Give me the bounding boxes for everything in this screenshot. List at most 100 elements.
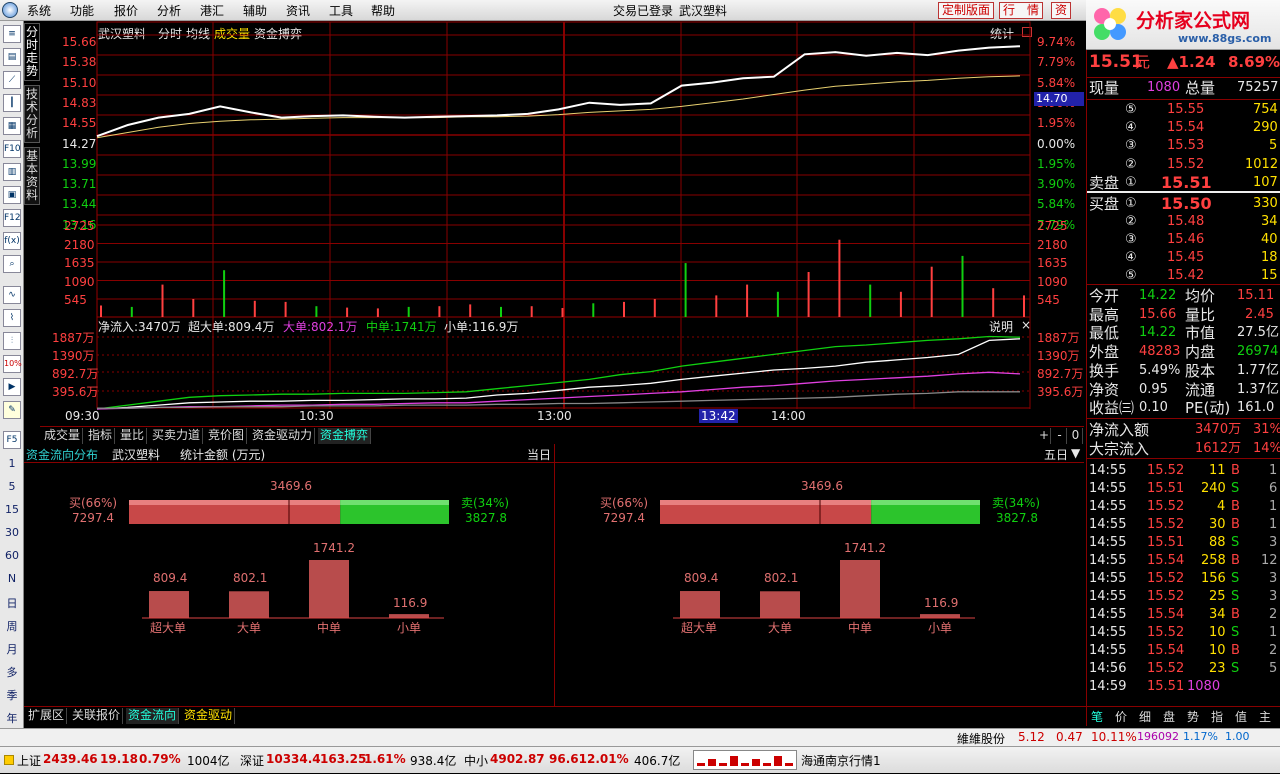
tab-intraday[interactable]: 分时走势 (24, 23, 40, 81)
line-chart-icon[interactable]: ⟋ (3, 71, 21, 89)
stat-row: 换手 5.49% 股本 1.77亿 (1087, 362, 1280, 380)
trend-icon[interactable]: ⌇ (3, 309, 21, 327)
menu-system[interactable]: 系统 (27, 2, 51, 19)
tab-technical[interactable]: 技术分析 (24, 85, 40, 143)
tab-volume[interactable]: 成交量 (42, 428, 84, 444)
f10-icon[interactable]: F10 (3, 140, 21, 158)
report-icon[interactable]: ▤ (3, 48, 21, 66)
reset-button[interactable]: 0 (1069, 428, 1083, 444)
bid-row[interactable]: ⑤ 15.42 15 (1087, 267, 1280, 285)
tab-ext-area[interactable]: 扩展区 (26, 708, 68, 724)
period-month[interactable]: 月 (0, 641, 24, 657)
tab-related-quote[interactable]: 关联报价 (70, 708, 124, 724)
menu-hk[interactable]: 港汇 (200, 2, 224, 19)
tab-capital-drive-ext[interactable]: 资金驱动 (182, 708, 236, 724)
period-1min[interactable]: 1 (0, 457, 24, 470)
sh-label[interactable]: 上证 (17, 752, 41, 769)
zoom-in-button[interactable]: + (1037, 428, 1051, 444)
document-icon[interactable]: ▥ (3, 163, 21, 181)
pen-icon[interactable]: ✎ (3, 401, 21, 419)
zx-label[interactable]: 中小 (464, 752, 488, 769)
tab-indicator[interactable]: 指标 (86, 428, 116, 444)
bid-volume: 40 (1261, 232, 1278, 247)
bid-row[interactable]: ④ 15.45 18 (1087, 249, 1280, 267)
f12-icon[interactable]: F12 (3, 209, 21, 227)
tab-fundamental[interactable]: 基本资料 (24, 147, 40, 205)
menu-quote[interactable]: 报价 (114, 2, 138, 19)
period-year[interactable]: 年 (0, 710, 24, 726)
explain-button[interactable]: 说明 (989, 318, 1013, 335)
menu-assist[interactable]: 辅助 (243, 2, 267, 19)
bid-row[interactable]: ③ 15.46 40 (1087, 231, 1280, 249)
f5-button[interactable]: F5 (3, 431, 21, 449)
period-day[interactable]: 日 (0, 595, 24, 611)
tab-book[interactable]: 盘 (1163, 708, 1175, 725)
tab-volume-ratio[interactable]: 量比 (118, 428, 148, 444)
stat-value: 27.5亿 (1237, 325, 1279, 341)
period-quarter[interactable]: 季 (0, 687, 24, 703)
menu-analysis[interactable]: 分析 (157, 2, 181, 19)
note-icon[interactable]: ▣ (3, 186, 21, 204)
flow-summary-label: 净流入额 (1089, 421, 1150, 439)
table-icon[interactable]: ▦ (3, 117, 21, 135)
indicator-icon[interactable]: ⫶ (3, 332, 21, 350)
stat-value: 15.11 (1237, 288, 1275, 303)
menu-help[interactable]: 帮助 (371, 2, 395, 19)
tab-value[interactable]: 值 (1235, 708, 1247, 725)
menu-function[interactable]: 功能 (70, 2, 94, 19)
pct-tick: 9.74% (1037, 35, 1076, 49)
ask-row[interactable]: ③ 15.53 5 (1087, 137, 1280, 155)
zoom-out-button[interactable]: - (1053, 428, 1067, 444)
dropdown-arrow-icon[interactable]: ▼ (1071, 446, 1080, 460)
play-icon[interactable]: ▶ (3, 378, 21, 396)
bid-row[interactable]: 买盘 ① 15.50 330 (1087, 195, 1280, 214)
menu-tools[interactable]: 工具 (329, 2, 353, 19)
menu-news[interactable]: 资讯 (286, 2, 310, 19)
stat-value: 0.95 (1139, 381, 1168, 397)
ask-row[interactable]: ⑤ 15.55 754 (1087, 101, 1280, 119)
ask-row[interactable]: 卖盘 ① 15.51 107 (1087, 173, 1280, 192)
tab-ticks[interactable]: 笔 (1091, 708, 1103, 725)
period-multi[interactable]: 多 (0, 664, 24, 680)
stat-value: 26974 (1237, 344, 1279, 360)
period-5min[interactable]: 5 (0, 480, 24, 493)
period-n[interactable]: N (0, 572, 24, 585)
tab-price[interactable]: 价 (1115, 708, 1127, 725)
period-30min[interactable]: 30 (0, 526, 24, 539)
tab-capital-flow[interactable]: 资金流向 (126, 708, 180, 724)
period-week[interactable]: 周 (0, 618, 24, 634)
percent-icon[interactable]: 10% (3, 355, 22, 373)
period-15min[interactable]: 15 (0, 503, 24, 516)
tab-detail[interactable]: 细 (1139, 708, 1151, 725)
period-60min[interactable]: 60 (0, 549, 24, 562)
app-icon[interactable] (2, 2, 18, 18)
custom-layout-button[interactable]: 定制版面 (938, 2, 995, 19)
tab-buysell-force[interactable]: 买卖力道 (150, 428, 204, 444)
volume-bar (223, 270, 226, 317)
info-button[interactable]: 资 (1051, 2, 1072, 19)
ask-row[interactable]: ② 15.52 1012 (1087, 156, 1280, 174)
search-icon[interactable]: ⌕ (3, 255, 21, 273)
sz-label[interactable]: 深证 (240, 752, 264, 769)
price-change: ▲1.24 (1167, 53, 1216, 71)
quote-list-icon[interactable]: ≡ (3, 25, 21, 43)
tab-auction[interactable]: 竞价图 (206, 428, 248, 444)
tab-main[interactable]: 主 (1259, 708, 1271, 725)
ask-row[interactable]: ④ 15.54 290 (1087, 119, 1280, 137)
tab-capital-game[interactable]: 资金搏弈 (318, 428, 372, 444)
close-icon[interactable]: × (1021, 318, 1031, 332)
bid-price: 15.46 (1167, 232, 1205, 247)
price-line (96, 45, 1021, 138)
kline-icon[interactable]: ┃ (3, 94, 21, 112)
volume-bar (438, 306, 441, 317)
wave-icon[interactable]: ∿ (3, 286, 21, 304)
flow-fiveday-label[interactable]: 五日 (1044, 446, 1068, 463)
ticker-name[interactable]: 維維股份 (957, 730, 1005, 747)
bid-row[interactable]: ② 15.48 34 (1087, 213, 1280, 231)
quote-button[interactable]: 行 情 (999, 2, 1044, 19)
tab-capital-drive[interactable]: 资金驱动力 (250, 428, 316, 444)
volume-tick: 1635 (64, 256, 95, 270)
formula-icon[interactable]: f(x) (3, 232, 21, 250)
tab-trend[interactable]: 势 (1187, 708, 1199, 725)
tab-index[interactable]: 指 (1211, 708, 1223, 725)
